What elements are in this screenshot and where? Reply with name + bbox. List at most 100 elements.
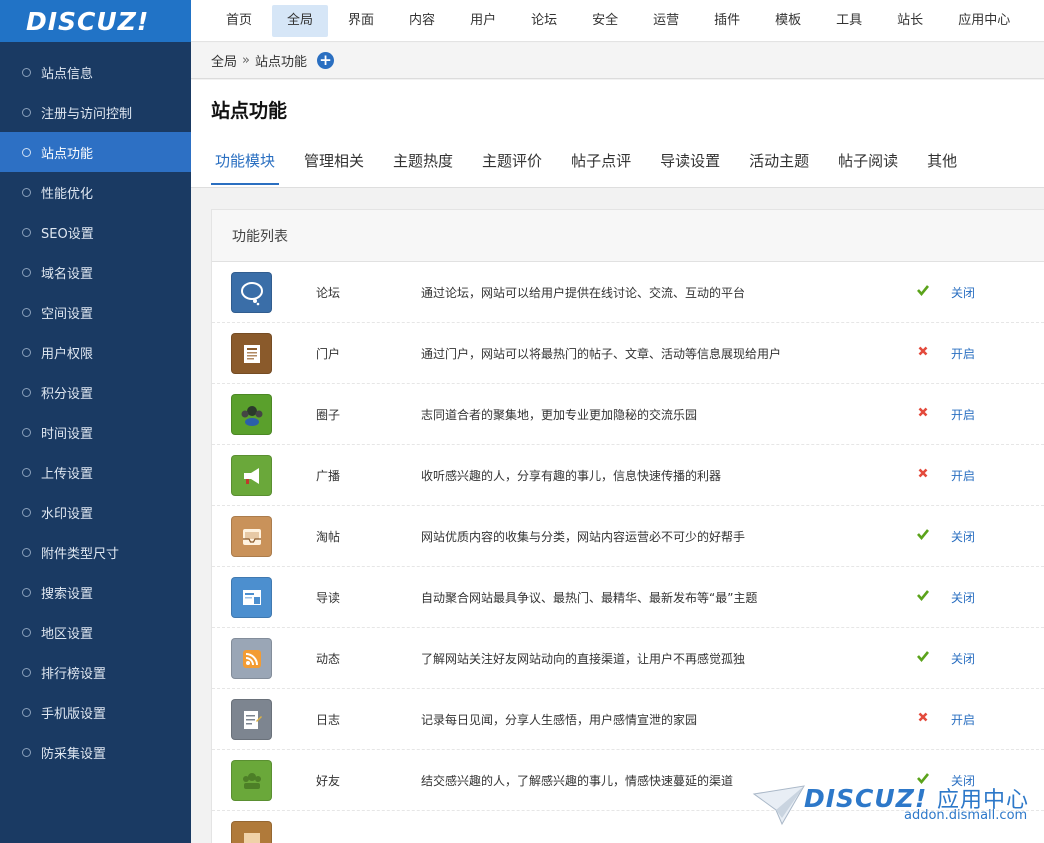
megaphone-icon xyxy=(231,455,272,496)
sidebar-item[interactable]: 站点功能 xyxy=(0,132,191,172)
circle-icon xyxy=(22,667,31,677)
table-row: 门户 通过门户，网站可以将最热门的帖子、文章、活动等信息展现给用户 开启 xyxy=(212,323,1044,384)
tab[interactable]: 活动主题 xyxy=(745,140,813,185)
circle-icon xyxy=(22,707,31,717)
sidebar-item-label: 性能优化 xyxy=(41,186,94,202)
table-row: 淘帖 网站优质内容的收集与分类，网站内容运营必不可少的好帮手 关闭 xyxy=(212,506,1044,567)
feature-panel: 功能列表 论坛 通过论坛，网站可以给用户提供在线讨论、交流、互动的平台 关闭 门户 通过… xyxy=(211,209,1044,843)
sidebar-item-label: 搜索设置 xyxy=(41,586,94,602)
tab[interactable]: 功能模块 xyxy=(211,140,280,185)
breadcrumb-current: 站点功能 xyxy=(254,55,307,70)
circle-icon xyxy=(22,147,31,157)
speech-bubble-icon xyxy=(231,272,272,313)
top-nav-item[interactable]: 站长 xyxy=(882,5,938,37)
sidebar-item[interactable]: 排行榜设置 xyxy=(0,652,191,692)
table-row: 动态 了解网站关注好友网站动向的直接渠道，让用户不再感觉孤独 关闭 xyxy=(212,628,1044,689)
toggle-link[interactable]: 关闭 xyxy=(951,589,975,606)
paper-plane-icon xyxy=(752,785,805,826)
newspaper-icon xyxy=(231,333,272,374)
toggle-link[interactable]: 开启 xyxy=(951,467,975,484)
sidebar-item[interactable]: 防采集设置 xyxy=(0,732,191,772)
toggle-link[interactable]: 开启 xyxy=(951,345,975,362)
tab[interactable]: 帖子阅读 xyxy=(834,140,902,185)
toggle-link[interactable]: 关闭 xyxy=(951,284,975,301)
sidebar-item[interactable]: 上传设置 xyxy=(0,452,191,492)
feature-name: 导读 xyxy=(316,591,341,605)
sidebar-item-label: 站点信息 xyxy=(41,66,94,82)
feature-name: 好友 xyxy=(316,774,341,788)
cross-icon xyxy=(918,407,928,417)
table-row: 日志 记录每日见闻，分享人生感悟，用户感情宣泄的家园 开启 xyxy=(212,689,1044,750)
top-nav-item[interactable]: 插件 xyxy=(699,5,755,37)
checkmark-icon xyxy=(917,590,930,602)
sidebar-item[interactable]: 地区设置 xyxy=(0,612,191,652)
top-nav-item[interactable]: 安全 xyxy=(577,5,633,37)
top-nav-item[interactable]: 应用中心 xyxy=(943,5,1025,37)
album-icon xyxy=(231,821,272,843)
sidebar-item-label: 域名设置 xyxy=(41,266,94,282)
tray-icon xyxy=(231,516,272,557)
logo[interactable]: DISCUZ! xyxy=(0,0,191,42)
cross-icon xyxy=(918,712,928,722)
sidebar-item[interactable]: 搜索设置 xyxy=(0,572,191,612)
toggle-link[interactable]: 关闭 xyxy=(951,650,975,667)
sidebar-item[interactable]: 积分设置 xyxy=(0,372,191,412)
top-nav-item[interactable]: 工具 xyxy=(821,5,877,37)
tab[interactable]: 主题热度 xyxy=(389,140,457,185)
watermark: DISCUZ! 应用中心 addon.dismall.com xyxy=(752,778,1042,838)
toggle-link[interactable]: 关闭 xyxy=(951,528,975,545)
page-title: 站点功能 xyxy=(211,100,288,122)
panel-title: 功能列表 xyxy=(212,210,1044,262)
tab[interactable]: 主题评价 xyxy=(478,140,546,185)
sidebar-item[interactable]: 用户权限 xyxy=(0,332,191,372)
sidebar-item[interactable]: 站点信息 xyxy=(0,52,191,92)
top-nav: 首页 全局 界面 内容 用户 论坛 安全 运营 插件 模板 工具 站长 应用中心 xyxy=(191,0,1044,42)
group-icon xyxy=(231,394,272,435)
sidebar-item[interactable]: 注册与访问控制 xyxy=(0,92,191,132)
sidebar-item[interactable]: 手机版设置 xyxy=(0,692,191,732)
feature-name: 淘帖 xyxy=(316,530,341,544)
tab[interactable]: 管理相关 xyxy=(300,140,368,185)
table-row: 论坛 通过论坛，网站可以给用户提供在线讨论、交流、互动的平台 关闭 xyxy=(212,262,1044,323)
top-nav-item[interactable]: 全局 xyxy=(272,4,329,37)
sidebar-item-label: 站点功能 xyxy=(41,146,94,162)
breadcrumb: 全局 » 站点功能 + xyxy=(191,43,1044,79)
sidebar-item[interactable]: 水印设置 xyxy=(0,492,191,532)
sidebar-item[interactable]: 域名设置 xyxy=(0,252,191,292)
feature-name: 动态 xyxy=(316,652,341,666)
sidebar-item[interactable]: 附件类型尺寸 xyxy=(0,532,191,572)
sidebar-item[interactable]: 性能优化 xyxy=(0,172,191,212)
tab[interactable]: 其他 xyxy=(923,140,961,185)
circle-icon xyxy=(22,427,31,437)
sidebar-item-label: 地区设置 xyxy=(41,626,94,642)
top-nav-item[interactable]: 论坛 xyxy=(516,5,572,37)
tab-bar: 功能模块 管理相关 主题热度 主题评价 帖子点评 导读设置 活动主题 帖子阅读 其他 xyxy=(211,140,982,185)
breadcrumb-root[interactable]: 全局 xyxy=(211,51,237,70)
sidebar-item[interactable]: 空间设置 xyxy=(0,292,191,332)
sidebar-item-label: 用户权限 xyxy=(41,346,94,362)
top-nav-item[interactable]: 运营 xyxy=(638,5,694,37)
tab[interactable]: 帖子点评 xyxy=(567,140,635,185)
tab[interactable]: 导读设置 xyxy=(656,140,724,185)
sidebar-item[interactable]: SEO设置 xyxy=(0,212,191,252)
circle-icon xyxy=(22,467,31,477)
feature-description: 记录每日见闻，分享人生感悟，用户感情宣泄的家园 xyxy=(421,713,698,727)
top-nav-item[interactable]: 界面 xyxy=(333,5,389,37)
circle-icon xyxy=(22,747,31,757)
sidebar-item[interactable]: 时间设置 xyxy=(0,412,191,452)
top-nav-item[interactable]: 用户 xyxy=(455,5,511,37)
top-nav-item[interactable]: 模板 xyxy=(760,5,816,37)
feature-list: 论坛 通过论坛，网站可以给用户提供在线讨论、交流、互动的平台 关闭 门户 通过门户，网站… xyxy=(212,262,1044,843)
checkmark-icon xyxy=(917,651,930,663)
notepad-icon xyxy=(231,699,272,740)
breadcrumb-separator: » xyxy=(242,53,250,68)
circle-icon xyxy=(22,187,31,197)
top-nav-item[interactable]: 首页 xyxy=(211,5,267,37)
toggle-link[interactable]: 开启 xyxy=(951,711,975,728)
top-nav-item[interactable]: 内容 xyxy=(394,5,450,37)
plus-circle-icon[interactable]: + xyxy=(317,52,334,69)
toggle-link[interactable]: 开启 xyxy=(951,406,975,423)
checkmark-icon xyxy=(917,285,930,297)
circle-icon xyxy=(22,107,31,117)
feature-description: 了解网站关注好友网站动向的直接渠道，让用户不再感觉孤独 xyxy=(421,652,746,666)
